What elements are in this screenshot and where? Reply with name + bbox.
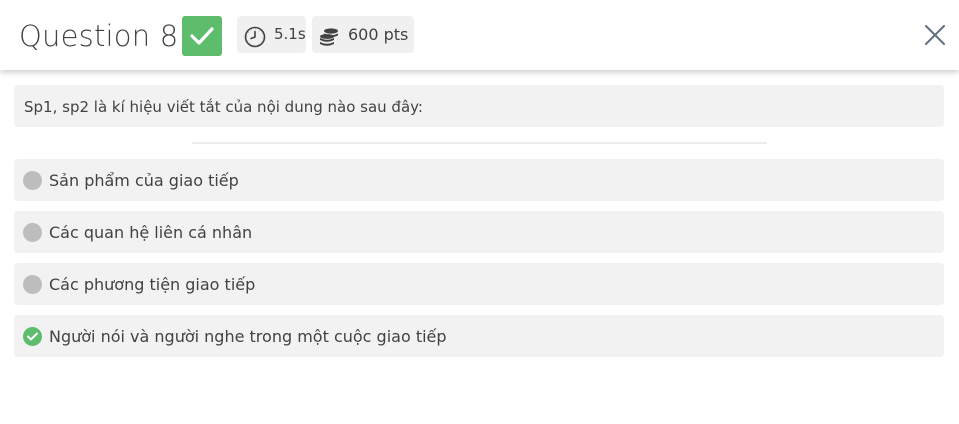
clock-icon [244, 24, 266, 61]
answer-option-1[interactable]: Sản phẩm của giao tiếp [14, 159, 944, 201]
points-chip: 600 pts [312, 16, 414, 53]
answer-option-2[interactable]: Các quan hệ liên cá nhân [14, 211, 944, 253]
question-box: Sp1, sp2 là kí hiệu viết tắt của nội dun… [14, 85, 944, 127]
close-icon[interactable] [925, 25, 945, 45]
question-header: Question 8 5.1s 600 pts [0, 0, 959, 70]
answer-option-4[interactable]: Người nói và người nghe trong một cuộc g… [14, 315, 944, 357]
checkmark-icon [190, 27, 214, 45]
points-value: 600 pts [348, 25, 409, 44]
time-value: 5.1s [274, 25, 306, 43]
unselected-dot-icon [23, 275, 42, 294]
question-title: Question 8 [19, 19, 179, 53]
correct-status-badge [182, 16, 222, 56]
unselected-dot-icon [23, 171, 42, 190]
answer-option-3[interactable]: Các phương tiện giao tiếp [14, 263, 944, 305]
time-chip: 5.1s [237, 16, 306, 53]
question-text: Sp1, sp2 là kí hiệu viết tắt của nội dun… [24, 98, 423, 116]
divider [192, 142, 767, 144]
answer-option-label: Sản phẩm của giao tiếp [49, 171, 239, 190]
correct-check-icon [23, 327, 42, 346]
close-button[interactable] [920, 20, 950, 50]
answer-option-label: Các phương tiện giao tiếp [49, 275, 256, 294]
answer-option-label: Người nói và người nghe trong một cuộc g… [49, 327, 447, 346]
coins-icon [318, 24, 340, 61]
answer-option-label: Các quan hệ liên cá nhân [49, 223, 253, 242]
unselected-dot-icon [23, 223, 42, 242]
